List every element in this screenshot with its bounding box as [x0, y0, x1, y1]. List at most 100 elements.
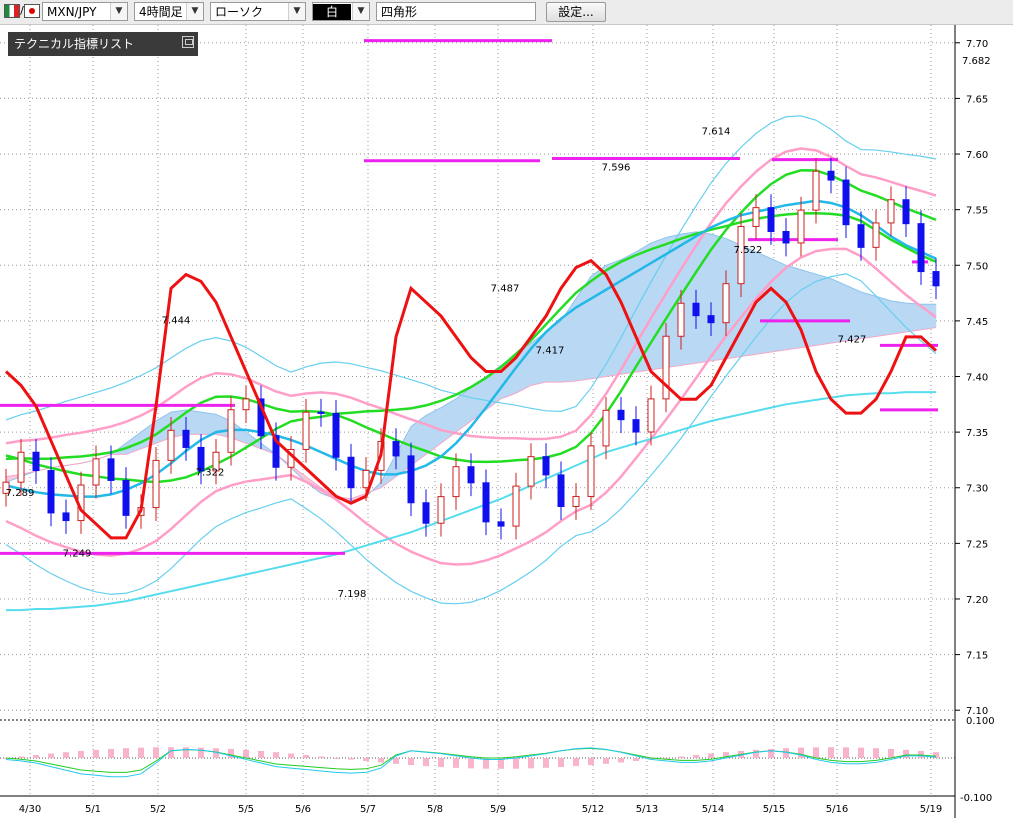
sub-histogram-bar — [543, 758, 549, 768]
sub-histogram-bar — [153, 747, 159, 758]
sub-histogram-bar — [513, 758, 519, 769]
sub-histogram-bar — [873, 748, 879, 758]
sub-histogram-bar — [633, 758, 639, 762]
time-tick-label: 5/2 — [150, 804, 166, 815]
price-annotation: 7.614 — [702, 126, 731, 137]
sub-histogram-bar — [243, 749, 249, 758]
cloud-segment — [200, 411, 217, 435]
candle-body — [752, 207, 760, 227]
candle-body — [917, 223, 925, 273]
sub-top-label: 0.100 — [966, 716, 995, 727]
cloud-segment — [830, 278, 847, 344]
price-tick-label: 7.50 — [966, 261, 988, 272]
price-tick-label: 7.30 — [966, 484, 988, 495]
price-annotation: 7.487 — [491, 284, 520, 295]
candle-body — [617, 409, 625, 421]
candle-body — [107, 458, 115, 481]
plot-background — [0, 25, 955, 718]
sub-histogram-bar — [18, 756, 24, 758]
time-tick-label: 5/8 — [427, 804, 443, 815]
price-tick-label: 7.15 — [966, 651, 988, 662]
candle-body — [92, 458, 100, 486]
sub-histogram-bar — [438, 758, 444, 768]
candle-body — [332, 412, 340, 458]
candle-body — [512, 485, 520, 527]
price-chart: 7.289 7.249 7.444 7.322 7.198 7.487 7.417 7.596… — [0, 25, 995, 818]
price-tick-label: 7.25 — [966, 539, 988, 550]
candle-body — [767, 207, 775, 232]
price-tick-label: 7.40 — [966, 373, 988, 384]
sub-histogram-bar — [138, 747, 144, 758]
minimize-icon[interactable] — [182, 36, 194, 48]
price-axis: 7.70 7.65 7.60 7.55 7.50 7.45 7.40 7.35 7.30 7.25… — [954, 25, 988, 818]
price-annotation: 7.249 — [63, 548, 92, 559]
candle-body — [392, 441, 400, 457]
candle-body — [842, 179, 850, 226]
candle-body — [872, 222, 880, 248]
time-tick-label: 5/1 — [85, 804, 101, 815]
cloud-segment — [680, 231, 697, 366]
candle-body — [227, 409, 235, 453]
candle-body — [857, 224, 865, 248]
price-annotation: 7.522 — [734, 245, 763, 256]
candle-body — [47, 470, 55, 514]
sub-histogram-bar — [603, 758, 609, 764]
candle-body — [527, 456, 535, 487]
sub-histogram-bar — [918, 750, 924, 758]
sub-histogram-bar — [333, 758, 339, 759]
candle-body — [797, 209, 805, 244]
price-annotation: 7.289 — [6, 488, 35, 499]
sub-histogram-bar — [288, 753, 294, 758]
sub-histogram-bar — [678, 756, 684, 758]
sub-histogram-bar — [93, 749, 99, 758]
sub-histogram-bar — [303, 754, 309, 758]
price-annotation: 7.198 — [338, 589, 367, 600]
indicator-list-panel[interactable]: テクニカル指標リスト — [8, 32, 198, 56]
candle-body — [902, 199, 910, 225]
candle-body — [317, 411, 325, 414]
candle-body — [542, 456, 550, 476]
sub-histogram-bar — [63, 752, 69, 758]
candle-body — [347, 456, 355, 489]
candle-body — [497, 521, 505, 527]
sub-histogram-bar — [48, 753, 54, 758]
sub-histogram-bar — [258, 750, 264, 758]
cloud-segment — [860, 291, 877, 339]
candle-body — [692, 302, 700, 317]
candle-body — [812, 170, 820, 211]
price-tick-label: 7.65 — [966, 94, 988, 105]
cloud-segment — [875, 296, 892, 337]
price-tick-label: 7.70 — [966, 39, 988, 50]
candle-body — [662, 335, 670, 400]
candle-body — [572, 495, 580, 507]
price-tick-label: 7.60 — [966, 150, 988, 161]
time-tick-label: 5/14 — [702, 804, 724, 815]
candle-body — [407, 455, 415, 504]
time-tick-label: 5/19 — [920, 804, 942, 815]
candle-body — [167, 429, 175, 461]
candle-body — [242, 398, 250, 411]
time-tick-label: 5/15 — [763, 804, 785, 815]
candle-body — [602, 409, 610, 447]
sub-histogram-bar — [753, 749, 759, 758]
candle-body — [782, 230, 790, 244]
candle-body — [32, 451, 40, 472]
sub-histogram-bar — [348, 758, 354, 760]
candle-body — [722, 283, 730, 324]
candle-body — [557, 474, 565, 507]
candle-body — [302, 411, 310, 450]
candle-body — [62, 512, 70, 522]
sub-bottom-label: -0.100 — [960, 793, 992, 804]
candle-body — [422, 502, 430, 524]
candle-body — [932, 271, 940, 287]
sub-histogram-bar — [33, 754, 39, 758]
last-price-label: 7.682 — [962, 56, 991, 67]
price-annotation: 7.322 — [196, 467, 225, 478]
sub-histogram-bar — [423, 758, 429, 767]
candle-body — [182, 429, 190, 448]
price-tick-label: 7.20 — [966, 595, 988, 606]
cloud-segment — [845, 284, 862, 342]
time-tick-label: 5/13 — [636, 804, 658, 815]
candle-body — [467, 466, 475, 484]
price-annotation: 7.417 — [536, 346, 565, 357]
